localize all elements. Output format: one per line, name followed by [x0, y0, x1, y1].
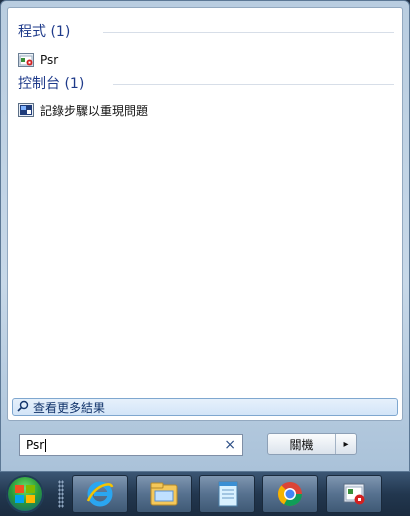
- divider: [113, 84, 394, 85]
- notepad-icon: [218, 481, 238, 507]
- search-results-panel: 程式 (1) Psr 控制台 (1) 記錄步驟以重現問題 查看更多結果: [7, 7, 403, 421]
- group-header-programs[interactable]: 程式 (1): [18, 22, 394, 42]
- divider: [103, 32, 394, 33]
- result-item-label: Psr: [40, 53, 59, 67]
- psr-app-icon: [343, 483, 365, 505]
- start-menu: 程式 (1) Psr 控制台 (1) 記錄步驟以重現問題 查看更多結果 Psr …: [0, 0, 410, 472]
- start-button[interactable]: [6, 475, 44, 513]
- record-steps-icon: [18, 103, 34, 117]
- taskbar-psr-button[interactable]: [326, 475, 382, 513]
- taskbar-chrome-button[interactable]: [262, 475, 318, 513]
- search-icon: [17, 400, 29, 415]
- taskbar-notepad-button[interactable]: [199, 475, 255, 513]
- search-value: Psr: [26, 438, 45, 452]
- group-header-control-panel[interactable]: 控制台 (1): [18, 74, 394, 94]
- explorer-icon: [150, 482, 178, 506]
- search-value-wrap: Psr: [26, 438, 47, 452]
- shutdown-button-group: 關機 ▸: [267, 433, 357, 455]
- group-header-label: 程式 (1): [18, 24, 71, 40]
- chrome-icon: [277, 482, 302, 507]
- result-item-record-steps[interactable]: 記錄步驟以重現問題: [18, 100, 394, 120]
- taskbar-explorer-button[interactable]: [136, 475, 192, 513]
- shutdown-options-arrow-icon[interactable]: ▸: [336, 434, 356, 454]
- windows-logo-icon: [15, 485, 35, 503]
- see-more-label: 查看更多結果: [33, 400, 106, 415]
- group-header-label: 控制台 (1): [18, 76, 85, 92]
- result-item-psr[interactable]: Psr: [18, 50, 394, 70]
- search-input[interactable]: Psr ×: [19, 434, 243, 456]
- taskbar-grip: [58, 480, 64, 508]
- taskbar: [0, 472, 410, 516]
- psr-icon: [18, 53, 34, 67]
- clear-icon[interactable]: ×: [224, 438, 236, 452]
- text-caret: [45, 439, 47, 452]
- shutdown-button[interactable]: 關機: [268, 434, 336, 454]
- result-item-label: 記錄步驟以重現問題: [40, 103, 149, 118]
- see-more-results-button[interactable]: 查看更多結果: [12, 398, 398, 416]
- ie-icon: [86, 481, 114, 507]
- taskbar-ie-button[interactable]: [72, 475, 128, 513]
